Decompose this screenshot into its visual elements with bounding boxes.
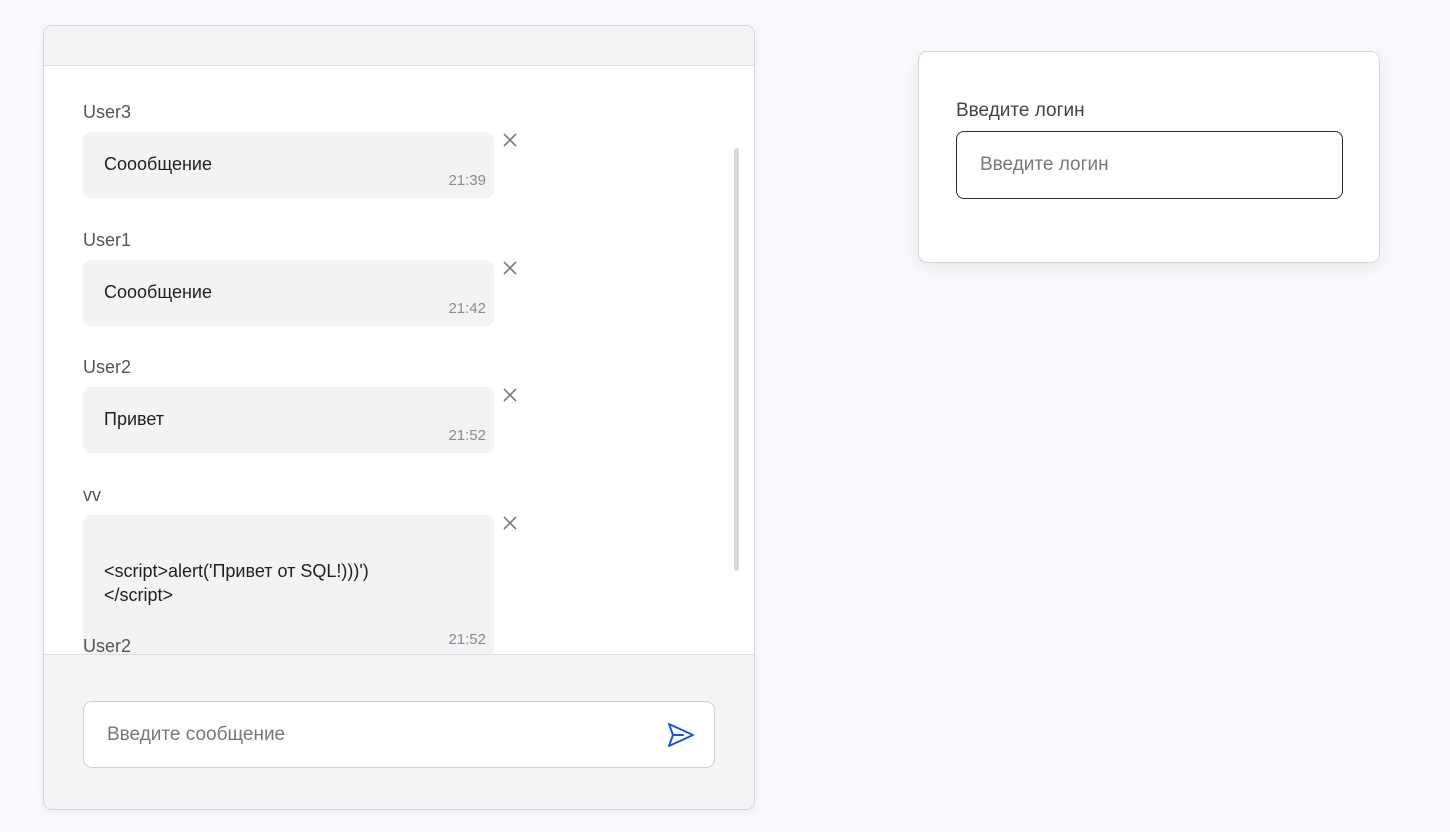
chat-header xyxy=(44,26,754,66)
message-author: User3 xyxy=(83,102,132,122)
send-icon[interactable] xyxy=(666,720,696,750)
message-input-box xyxy=(83,701,715,768)
message-bubble: <script>alert('Привет от SQL!)))') </scr… xyxy=(83,515,494,654)
message-item: vv <script>alert('Привет от SQL!)))') </… xyxy=(83,484,517,654)
login-label: Введите логин xyxy=(956,100,1085,121)
message-text: Сooобщение xyxy=(104,154,212,174)
message-item: User2 Привет 21:52 xyxy=(83,356,517,453)
message-text: <script>alert('Привет от SQL!)))') </scr… xyxy=(104,561,369,605)
message-list[interactable]: User3 Сooобщение 21:39 User1 Сooобщение … xyxy=(44,66,754,654)
close-icon[interactable] xyxy=(501,259,519,277)
message-author: User1 xyxy=(83,230,132,250)
scrollbar[interactable] xyxy=(734,148,739,571)
close-icon[interactable] xyxy=(501,131,519,149)
login-card: Введите логин xyxy=(918,51,1380,263)
message-time: 21:42 xyxy=(448,300,486,317)
message-author: User2 xyxy=(83,357,132,377)
message-time: 21:39 xyxy=(448,172,486,189)
message-time: 21:52 xyxy=(448,631,486,648)
chat-footer xyxy=(44,654,754,809)
message-author: User2 xyxy=(83,636,132,654)
message-input[interactable] xyxy=(84,702,654,767)
close-icon[interactable] xyxy=(501,514,519,532)
close-icon[interactable] xyxy=(501,386,519,404)
message-item: User2 xyxy=(83,635,131,654)
chat-panel: User3 Сooобщение 21:39 User1 Сooобщение … xyxy=(43,25,755,810)
message-text: Привет xyxy=(104,409,165,429)
message-time: 21:52 xyxy=(448,427,486,444)
message-item: User1 Сooобщение 21:42 xyxy=(83,229,517,326)
message-bubble: Сooобщение 21:42 xyxy=(83,260,494,326)
message-bubble: Привет 21:52 xyxy=(83,387,494,453)
message-item: User3 Сooобщение 21:39 xyxy=(83,101,517,198)
login-input[interactable] xyxy=(956,131,1343,199)
message-author: vv xyxy=(83,485,101,505)
message-text: Сooобщение xyxy=(104,282,212,302)
message-bubble: Сooобщение 21:39 xyxy=(83,132,494,198)
